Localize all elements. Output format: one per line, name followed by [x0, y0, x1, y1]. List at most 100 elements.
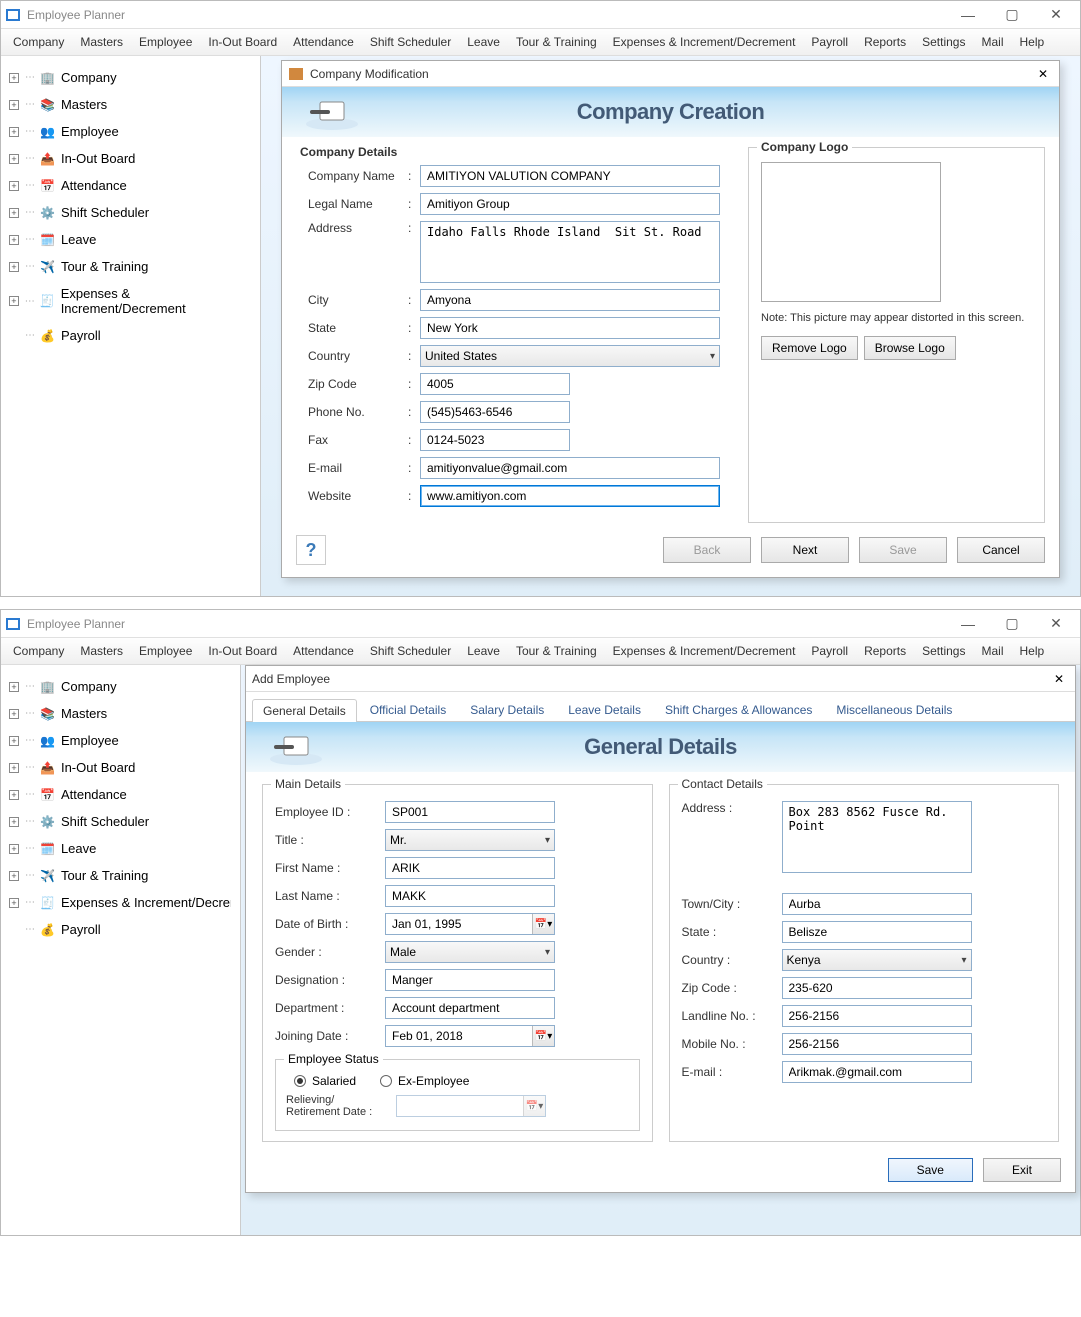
tree-expenses[interactable]: +⋯🧾Expenses & Increment/Decrement	[5, 280, 256, 322]
email-field[interactable]	[420, 457, 720, 479]
tree-tour[interactable]: +⋯✈️Tour & Training	[5, 862, 236, 889]
dialog2-close-button[interactable]: ✕	[1049, 669, 1069, 689]
menu-masters[interactable]: Masters	[74, 33, 129, 51]
save-button-2[interactable]: Save	[888, 1158, 973, 1182]
exit-button[interactable]: Exit	[983, 1158, 1061, 1182]
tab-salary[interactable]: Salary Details	[459, 698, 555, 721]
menu-payroll[interactable]: Payroll	[805, 642, 854, 660]
help-button[interactable]: ?	[296, 535, 326, 565]
minimize-button[interactable]: —	[948, 3, 988, 27]
menu-reports[interactable]: Reports	[858, 642, 912, 660]
tree-employee[interactable]: +⋯👥Employee	[5, 118, 256, 145]
tree-shift[interactable]: +⋯⚙️Shift Scheduler	[5, 199, 256, 226]
radio-ex-employee[interactable]: Ex-Employee	[380, 1074, 469, 1088]
last-name-field[interactable]	[385, 885, 555, 907]
menu-expenses[interactable]: Expenses & Increment/Decrement	[607, 33, 802, 51]
tree-tour[interactable]: +⋯✈️Tour & Training	[5, 253, 256, 280]
zip2-field[interactable]	[782, 977, 972, 999]
browse-logo-button[interactable]: Browse Logo	[864, 336, 956, 360]
menu-help[interactable]: Help	[1014, 33, 1051, 51]
cancel-button[interactable]: Cancel	[957, 537, 1045, 563]
tree-inout[interactable]: +⋯📤In-Out Board	[5, 145, 256, 172]
tree-employee[interactable]: +⋯👥Employee	[5, 727, 236, 754]
fax-field[interactable]	[420, 429, 570, 451]
menu-help[interactable]: Help	[1014, 642, 1051, 660]
menu-employee[interactable]: Employee	[133, 642, 198, 660]
tree-shift[interactable]: +⋯⚙️Shift Scheduler	[5, 808, 236, 835]
state-field[interactable]	[420, 317, 720, 339]
tree-expenses[interactable]: +⋯🧾Expenses & Increment/Decremen	[5, 889, 236, 916]
country2-select[interactable]: Kenya▾	[782, 949, 972, 971]
menu-mail[interactable]: Mail	[975, 642, 1009, 660]
tree-attendance[interactable]: +⋯📅Attendance	[5, 781, 236, 808]
menu-tour[interactable]: Tour & Training	[510, 642, 603, 660]
menu-attendance[interactable]: Attendance	[287, 642, 360, 660]
department-field[interactable]	[385, 997, 555, 1019]
tab-general[interactable]: General Details	[252, 699, 357, 722]
mobile-field[interactable]	[782, 1033, 972, 1055]
website-field[interactable]	[420, 485, 720, 507]
remove-logo-button[interactable]: Remove Logo	[761, 336, 858, 360]
tab-leave[interactable]: Leave Details	[557, 698, 652, 721]
menu-reports[interactable]: Reports	[858, 33, 912, 51]
zip-field[interactable]	[420, 373, 570, 395]
radio-salaried[interactable]: Salaried	[294, 1074, 356, 1088]
tree-payroll[interactable]: ⋯💰Payroll	[5, 322, 256, 349]
menu-mail[interactable]: Mail	[975, 33, 1009, 51]
menu-payroll[interactable]: Payroll	[805, 33, 854, 51]
tab-misc[interactable]: Miscellaneous Details	[825, 698, 963, 721]
maximize-button[interactable]: ▢	[992, 3, 1032, 27]
phone-field[interactable]	[420, 401, 570, 423]
tree-masters[interactable]: +⋯📚Masters	[5, 700, 236, 727]
back-button[interactable]: Back	[663, 537, 751, 563]
legal-name-field[interactable]	[420, 193, 720, 215]
maximize-button[interactable]: ▢	[992, 612, 1032, 636]
next-button[interactable]: Next	[761, 537, 849, 563]
minimize-button[interactable]: —	[948, 612, 988, 636]
menu-inout[interactable]: In-Out Board	[202, 642, 283, 660]
company-name-field[interactable]	[420, 165, 720, 187]
tree-leave[interactable]: +⋯🗓️Leave	[5, 835, 236, 862]
tree-company[interactable]: +⋯🏢Company	[5, 673, 236, 700]
relieving-date-field[interactable]: 📅▾	[396, 1095, 546, 1117]
menu-expenses[interactable]: Expenses & Increment/Decrement	[607, 642, 802, 660]
tree-attendance[interactable]: +⋯📅Attendance	[5, 172, 256, 199]
tree-payroll[interactable]: ⋯💰Payroll	[5, 916, 236, 943]
menu-masters[interactable]: Masters	[74, 642, 129, 660]
menu-company[interactable]: Company	[7, 642, 70, 660]
dob-field[interactable]: Jan 01, 1995📅▾	[385, 913, 555, 935]
close-button[interactable]: ✕	[1036, 612, 1076, 636]
close-button[interactable]: ✕	[1036, 3, 1076, 27]
menu-tour[interactable]: Tour & Training	[510, 33, 603, 51]
designation-field[interactable]	[385, 969, 555, 991]
address-field[interactable]: Idaho Falls Rhode Island Sit St. Road	[420, 221, 720, 283]
tab-official[interactable]: Official Details	[359, 698, 457, 721]
tree-company[interactable]: +⋯🏢Company	[5, 64, 256, 91]
landline-field[interactable]	[782, 1005, 972, 1027]
gender-select[interactable]: Male▾	[385, 941, 555, 963]
menu-shift[interactable]: Shift Scheduler	[364, 33, 457, 51]
first-name-field[interactable]	[385, 857, 555, 879]
tree-leave[interactable]: +⋯🗓️Leave	[5, 226, 256, 253]
state2-field[interactable]	[782, 921, 972, 943]
menu-leave[interactable]: Leave	[461, 33, 506, 51]
title-select[interactable]: Mr.▾	[385, 829, 555, 851]
menu-settings[interactable]: Settings	[916, 33, 971, 51]
tab-shift[interactable]: Shift Charges & Allowances	[654, 698, 823, 721]
address2-field[interactable]: Box 283 8562 Fusce Rd. Point	[782, 801, 972, 873]
menu-inout[interactable]: In-Out Board	[202, 33, 283, 51]
menu-shift[interactable]: Shift Scheduler	[364, 642, 457, 660]
tree-inout[interactable]: +⋯📤In-Out Board	[5, 754, 236, 781]
town-field[interactable]	[782, 893, 972, 915]
menu-settings[interactable]: Settings	[916, 642, 971, 660]
email2-field[interactable]	[782, 1061, 972, 1083]
menu-leave[interactable]: Leave	[461, 642, 506, 660]
menu-attendance[interactable]: Attendance	[287, 33, 360, 51]
city-field[interactable]	[420, 289, 720, 311]
save-button[interactable]: Save	[859, 537, 947, 563]
menu-employee[interactable]: Employee	[133, 33, 198, 51]
joining-field[interactable]: Feb 01, 2018📅▾	[385, 1025, 555, 1047]
country-select[interactable]: United States▾	[420, 345, 720, 367]
emp-id-field[interactable]	[385, 801, 555, 823]
menu-company[interactable]: Company	[7, 33, 70, 51]
